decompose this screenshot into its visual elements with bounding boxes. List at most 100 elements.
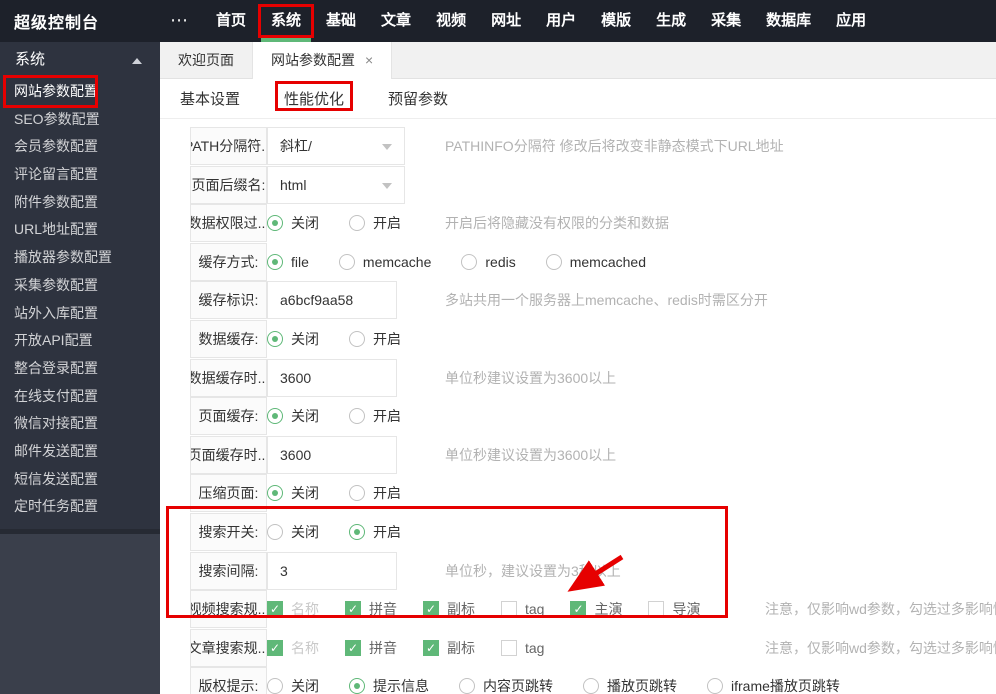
- radio-开启[interactable]: 开启: [349, 522, 401, 542]
- checkbox-拼音[interactable]: ✓ 拼音: [345, 638, 397, 658]
- radio-iframe播放页跳转[interactable]: iframe播放页跳转: [707, 676, 840, 694]
- tab-欢迎页面[interactable]: 欢迎页面: [160, 42, 253, 79]
- radio-label: 提示信息: [373, 678, 429, 694]
- radio-关闭[interactable]: 关闭: [267, 213, 319, 233]
- field-control: 关闭 开启: [267, 204, 431, 242]
- sidebar-item-短信发送配置[interactable]: 短信发送配置: [0, 466, 160, 494]
- sidebar-item-网站参数配置[interactable]: 网站参数配置: [0, 75, 160, 108]
- checkbox-名称[interactable]: ✓ 名称: [267, 638, 319, 658]
- checkbox-icon: [501, 601, 517, 618]
- sidebar-item-评论留言配置[interactable]: 评论留言配置: [0, 161, 160, 189]
- radio-file[interactable]: file: [267, 253, 309, 270]
- sidebar-item-定时任务配置[interactable]: 定时任务配置: [0, 493, 160, 521]
- radio-开启[interactable]: 开启: [349, 483, 401, 503]
- field-label: 数据权限过...: [190, 204, 267, 243]
- radio-播放页跳转[interactable]: 播放页跳转: [583, 676, 677, 694]
- radio-关闭[interactable]: 关闭: [267, 676, 319, 694]
- radio-关闭[interactable]: 关闭: [267, 522, 319, 542]
- topnav-item-文章[interactable]: 文章: [371, 0, 421, 42]
- sidebar-section-system[interactable]: 系统: [0, 42, 160, 78]
- field-control: [267, 435, 397, 474]
- field-label: PATH分隔符...: [190, 127, 267, 165]
- radio-label: 开启: [373, 485, 401, 502]
- topnav-item-采集[interactable]: 采集: [701, 0, 751, 42]
- sidebar-item-播放器参数配置[interactable]: 播放器参数配置: [0, 244, 160, 272]
- radio-关闭[interactable]: 关闭: [267, 329, 319, 349]
- subtab-预留参数[interactable]: 预留参数: [388, 88, 448, 109]
- form-row-页面缓存: 页面缓存: 关闭 开启: [160, 397, 996, 436]
- sidebar-item-在线支付配置[interactable]: 在线支付配置: [0, 383, 160, 411]
- radio-label: 开启: [373, 524, 401, 540]
- select-页面后缀名[interactable]: html: [267, 165, 405, 204]
- topnav-item-首页[interactable]: 首页: [206, 0, 256, 42]
- checkbox-主演[interactable]: ✓ 主演: [570, 599, 622, 619]
- sidebar-item-采集参数配置[interactable]: 采集参数配置: [0, 272, 160, 300]
- radio-memcached[interactable]: memcached: [545, 253, 646, 270]
- topnav-item-应用[interactable]: 应用: [826, 0, 876, 42]
- radio-开启[interactable]: 开启: [349, 213, 401, 233]
- field-hint: 开启后将隐藏没有权限的分类和数据: [445, 215, 669, 232]
- form-row-视频搜索规: 视频搜索规... ✓ 名称 ✓ 拼音 ✓ 副标 tag ✓ 主演 导演 注意，仅影响wd参数，勾选过多…: [160, 590, 996, 629]
- select-PATH分隔符[interactable]: 斜杠/: [267, 127, 405, 165]
- checkbox-副标[interactable]: ✓ 副标: [423, 638, 475, 658]
- topnav-item-模版[interactable]: 模版: [591, 0, 641, 42]
- radio-开启[interactable]: 开启: [349, 329, 401, 349]
- sidebar-item-开放API配置[interactable]: 开放API配置: [0, 327, 160, 355]
- radio-开启[interactable]: 开启: [349, 406, 401, 426]
- sidebar-item-邮件发送配置[interactable]: 邮件发送配置: [0, 438, 160, 466]
- input-页面缓存时[interactable]: [267, 435, 397, 474]
- checkbox-拼音[interactable]: ✓ 拼音: [345, 599, 397, 619]
- settings-subtabs: 基本设置 性能优化 预留参数: [160, 79, 996, 119]
- radio-提示信息[interactable]: 提示信息: [349, 676, 429, 694]
- checkbox-icon: ✓: [267, 639, 283, 656]
- radio-内容页跳转[interactable]: 内容页跳转: [459, 676, 553, 694]
- sidebar-item-会员参数配置[interactable]: 会员参数配置: [0, 133, 160, 161]
- topnav-item-视频[interactable]: 视频: [426, 0, 476, 42]
- more-icon[interactable]: ⋯: [170, 0, 190, 42]
- topnav-item-数据库[interactable]: 数据库: [756, 0, 821, 42]
- field-control: 斜杠/: [267, 127, 405, 165]
- checkbox-icon: ✓: [267, 601, 283, 618]
- topnav-item-基础[interactable]: 基础: [316, 0, 366, 42]
- field-label: 搜索间隔:: [190, 551, 267, 590]
- sidebar-item-URL地址配置[interactable]: URL地址配置: [0, 216, 160, 244]
- input-缓存标识[interactable]: [267, 281, 397, 320]
- topnav-item-系统[interactable]: 系统: [258, 0, 315, 42]
- sidebar-item-站外入库配置[interactable]: 站外入库配置: [0, 300, 160, 328]
- checkbox-icon: ✓: [345, 639, 361, 656]
- topnav-item-网址[interactable]: 网址: [481, 0, 531, 42]
- checkbox-名称[interactable]: ✓ 名称: [267, 599, 319, 619]
- sidebar-item-整合登录配置[interactable]: 整合登录配置: [0, 355, 160, 383]
- radio-redis[interactable]: redis: [461, 253, 516, 270]
- checkbox-icon: ✓: [345, 601, 361, 618]
- radio-memcache[interactable]: memcache: [338, 253, 431, 270]
- radio-关闭[interactable]: 关闭: [267, 406, 319, 426]
- checkbox-tag[interactable]: tag: [501, 601, 544, 618]
- subtab-性能优化[interactable]: 性能优化: [275, 81, 354, 111]
- form-row-文章搜索规: 文章搜索规...✓名称✓拼音✓副标tag注意，仅影响wd参数，勾选过多影响性能，: [160, 628, 996, 667]
- radio-icon: [349, 485, 365, 502]
- tab-网站参数配置[interactable]: 网站参数配置 ×: [253, 42, 393, 79]
- input-数据缓存时[interactable]: [267, 358, 397, 397]
- radio-label: memcached: [569, 253, 646, 270]
- form-row-压缩页面: 压缩页面: 关闭 开启: [160, 474, 996, 513]
- radio-关闭[interactable]: 关闭: [267, 483, 319, 503]
- topnav-item-用户[interactable]: 用户: [536, 0, 586, 42]
- field-label: 文章搜索规...: [190, 628, 267, 667]
- checkbox-导演[interactable]: 导演: [648, 599, 700, 619]
- close-icon[interactable]: ×: [365, 52, 373, 68]
- subtab-基本设置[interactable]: 基本设置: [180, 88, 240, 109]
- input-搜索间隔[interactable]: [267, 551, 397, 590]
- field-control: 关闭 提示信息 内容页跳转 播放页跳转 iframe播放页跳转: [267, 667, 870, 694]
- sidebar-item-微信对接配置[interactable]: 微信对接配置: [0, 410, 160, 438]
- checkbox-tag[interactable]: tag: [501, 639, 544, 656]
- radio-icon: [349, 215, 365, 232]
- sidebar-item-SEO参数配置[interactable]: SEO参数配置: [0, 106, 160, 134]
- field-hint: 多站共用一个服务器上memcache、redis时需区分开: [445, 292, 768, 309]
- topnav-item-生成[interactable]: 生成: [646, 0, 696, 42]
- sidebar-item-附件参数配置[interactable]: 附件参数配置: [0, 189, 160, 217]
- checkbox-副标[interactable]: ✓ 副标: [423, 599, 475, 619]
- checkbox-icon: ✓: [570, 601, 587, 618]
- radio-label: file: [291, 253, 309, 270]
- page-tabbar: 欢迎页面 网站参数配置 ×: [160, 42, 996, 79]
